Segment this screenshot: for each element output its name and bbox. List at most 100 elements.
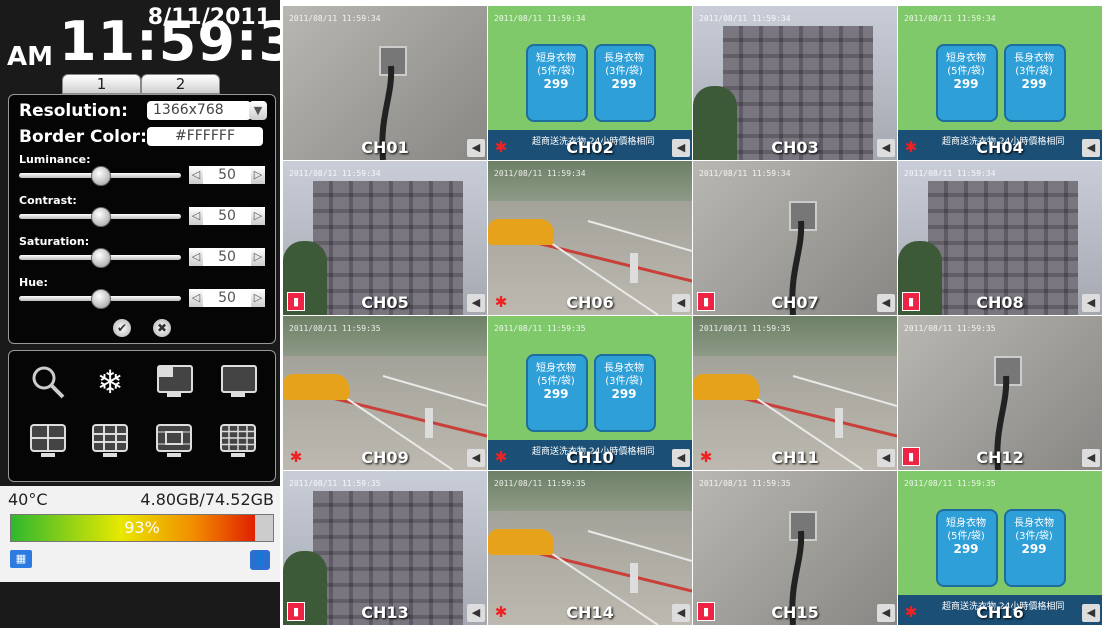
search-icon[interactable] [29, 363, 67, 399]
speaker-icon[interactable]: ◀ [877, 294, 895, 312]
speaker-icon[interactable]: ◀ [877, 139, 895, 157]
slider-value: 50 [218, 290, 236, 306]
speaker-icon[interactable]: ◀ [467, 604, 485, 622]
speaker-icon[interactable]: ◀ [1082, 449, 1100, 467]
single-view-icon[interactable] [219, 363, 257, 399]
camera-tile[interactable]: 2011/08/11 11:59:35 ✱ CH14 ◀ [488, 471, 692, 625]
channel-label: CH07 [771, 293, 819, 312]
camera-timestamp: 2011/08/11 11:59:34 [904, 14, 996, 23]
camera-tile[interactable]: 短身衣物 (5件/袋) 299 長身衣物 (3件/袋) 299 超商送洗衣物 2… [488, 316, 692, 470]
tv-right-price: 299 [611, 77, 637, 91]
border-color-label: Border Color: [19, 127, 147, 147]
tv-left-text: 短身衣物 [536, 53, 576, 64]
camera-tile[interactable]: 2011/08/11 11:59:35 ▮ CH12 ◀ [898, 316, 1102, 470]
channel-label: CH10 [566, 448, 614, 467]
camera-tile[interactable]: 短身衣物 (5件/袋) 299 長身衣物 (3件/袋) 299 超商送洗衣物 2… [898, 6, 1102, 160]
tv-left-price: 299 [953, 77, 979, 91]
camera-timestamp: 2011/08/11 11:59:35 [699, 324, 791, 333]
chevron-right-icon[interactable]: ▷ [251, 248, 265, 266]
slider-handle[interactable] [91, 166, 111, 186]
resolution-label: Resolution: [19, 101, 128, 121]
camera-timestamp: 2011/08/11 11:59:34 [494, 14, 586, 23]
speaker-icon[interactable]: ◀ [467, 139, 485, 157]
speaker-icon[interactable]: ◀ [672, 449, 690, 467]
camera-tile[interactable]: 2011/08/11 11:59:35 ▮ CH13 ◀ [283, 471, 487, 625]
camera-tile[interactable]: 2011/08/11 11:59:34 ▮ CH07 ◀ [693, 161, 897, 315]
speaker-icon[interactable]: ◀ [877, 604, 895, 622]
speaker-icon[interactable]: ◀ [467, 294, 485, 312]
camera-tile[interactable]: 2011/08/11 11:59:35 ✱ CH09 ◀ [283, 316, 487, 470]
slider-spinbox[interactable]: ◁ 50 ▷ [189, 207, 265, 225]
speaker-icon[interactable]: ◀ [1082, 139, 1100, 157]
chevron-right-icon[interactable]: ▷ [251, 207, 265, 225]
thirteen-view-icon[interactable] [155, 423, 193, 459]
camera-tile[interactable]: 2011/08/11 11:59:34 CH01 ◀ [283, 6, 487, 160]
camera-timestamp: 2011/08/11 11:59:34 [904, 169, 996, 178]
tv-left-price: 299 [953, 542, 979, 556]
tv-left-text: 短身衣物 [946, 518, 986, 529]
slider-value: 50 [218, 208, 236, 224]
quad-view-icon[interactable] [29, 423, 67, 459]
control-sidebar: 8/11/2011 AM 11:59:38 1 2 Resolution: 13… [0, 0, 335, 628]
view-tools-panel: ❄ [8, 350, 276, 482]
slider-spinbox[interactable]: ◁ 50 ▷ [189, 289, 265, 307]
camera-tile[interactable]: 2011/08/11 11:59:34 ▮ CH05 ◀ [283, 161, 487, 315]
slider-handle[interactable] [91, 207, 111, 227]
nine-view-icon[interactable] [91, 423, 129, 459]
speaker-icon[interactable]: ◀ [672, 139, 690, 157]
chevron-left-icon[interactable]: ◁ [189, 248, 203, 266]
camera-timestamp: 2011/08/11 11:59:34 [699, 14, 791, 23]
network-icon[interactable]: ▦ [10, 550, 32, 568]
tv-left-text: 短身衣物 [946, 53, 986, 64]
chevron-left-icon[interactable]: ◁ [189, 289, 203, 307]
camera-timestamp: 2011/08/11 11:59:35 [494, 479, 586, 488]
slider-handle[interactable] [91, 248, 111, 268]
speaker-icon[interactable]: ◀ [1082, 294, 1100, 312]
speaker-icon[interactable]: ◀ [672, 604, 690, 622]
chevron-right-icon[interactable]: ▷ [251, 166, 265, 184]
slider-handle[interactable] [91, 289, 111, 309]
tv-left-price: 299 [543, 77, 569, 91]
slider-spinbox[interactable]: ◁ 50 ▷ [189, 248, 265, 266]
status-panel: 40°C 4.80GB/74.52GB 93% ▦ 👤 [0, 486, 280, 582]
clock-ampm: AM [7, 42, 53, 72]
chevron-left-icon[interactable]: ◁ [189, 207, 203, 225]
freeze-icon[interactable]: ❄ [91, 363, 129, 401]
tab-1[interactable]: 1 [62, 74, 141, 94]
camera-tile[interactable]: 2011/08/11 11:59:35 ✱ CH11 ◀ [693, 316, 897, 470]
camera-tile[interactable]: 2011/08/11 11:59:34 CH03 ◀ [693, 6, 897, 160]
tv-right-price: 299 [1021, 77, 1047, 91]
tab-2[interactable]: 2 [141, 74, 220, 94]
camera-tile[interactable]: 2011/08/11 11:59:35 ▮ CH15 ◀ [693, 471, 897, 625]
camera-timestamp: 2011/08/11 11:59:34 [494, 169, 586, 178]
user-icon[interactable]: 👤 [250, 550, 270, 570]
slider-label: Saturation: [19, 235, 90, 248]
chevron-down-icon[interactable]: ▼ [249, 101, 267, 120]
sixteen-view-icon[interactable] [219, 423, 257, 459]
slider-spinbox[interactable]: ◁ 50 ▷ [189, 166, 265, 184]
speaker-icon[interactable]: ◀ [672, 294, 690, 312]
channel-label: CH01 [361, 138, 409, 157]
display-settings-panel: Resolution: 1366x768 ▼ Border Color: #FF… [8, 94, 276, 344]
slider-value: 50 [218, 249, 236, 265]
chevron-left-icon[interactable]: ◁ [189, 166, 203, 184]
cancel-icon[interactable]: ✖ [153, 319, 171, 337]
tv-left-text: 短身衣物 [536, 363, 576, 374]
camera-tile[interactable]: 2011/08/11 11:59:34 ✱ CH06 ◀ [488, 161, 692, 315]
camera-tile[interactable]: 短身衣物 (5件/袋) 299 長身衣物 (3件/袋) 299 超商送洗衣物 2… [898, 471, 1102, 625]
camera-timestamp: 2011/08/11 11:59:35 [904, 324, 996, 333]
speaker-icon[interactable]: ◀ [467, 449, 485, 467]
camera-timestamp: 2011/08/11 11:59:35 [699, 479, 791, 488]
resolution-select[interactable]: 1366x768 [147, 101, 251, 120]
disk-usage-readout: 4.80GB/74.52GB [140, 490, 274, 509]
border-color-field[interactable]: #FFFFFF [147, 127, 263, 146]
confirm-icon[interactable]: ✔ [113, 319, 131, 337]
slider-value: 50 [218, 167, 236, 183]
speaker-icon[interactable]: ◀ [1082, 604, 1100, 622]
speaker-icon[interactable]: ◀ [877, 449, 895, 467]
chevron-right-icon[interactable]: ▷ [251, 289, 265, 307]
camera-tile[interactable]: 短身衣物 (5件/袋) 299 長身衣物 (3件/袋) 299 超商送洗衣物 2… [488, 6, 692, 160]
pip-icon[interactable] [155, 363, 193, 399]
camera-tile[interactable]: 2011/08/11 11:59:34 ▮ CH08 ◀ [898, 161, 1102, 315]
camera-grid: 2011/08/11 11:59:34 CH01 ◀ 短身衣物 (5件/袋) 299… [283, 6, 1103, 628]
